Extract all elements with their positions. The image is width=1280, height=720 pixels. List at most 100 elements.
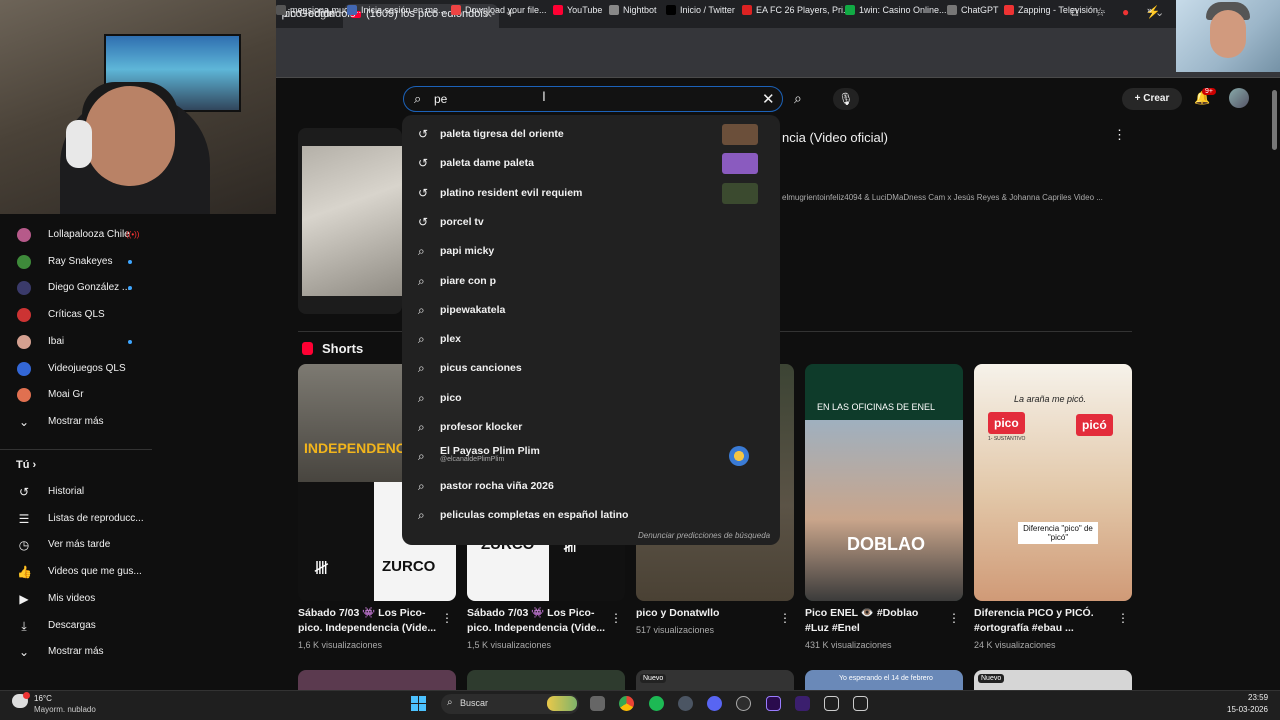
search-icon: ⌕ bbox=[418, 449, 425, 464]
discord-icon[interactable] bbox=[707, 696, 722, 711]
short-thumb-caption: Diferencia "pico" de "picó" bbox=[1018, 522, 1098, 544]
search-suggestion[interactable]: ↺ paleta tigresa del oriente bbox=[402, 120, 780, 149]
bookmark-item[interactable]: Inicia sesión en me... bbox=[347, 5, 446, 15]
sidebar-item-label: Ver más tarde bbox=[48, 539, 111, 551]
windows-start-icon[interactable] bbox=[411, 696, 426, 711]
create-button[interactable]: + Crear bbox=[1122, 88, 1182, 110]
bookmark-item[interactable]: 1win: Casino Online... bbox=[845, 5, 947, 15]
bookmark-item[interactable]: ChatGPT bbox=[947, 5, 999, 15]
sidebar-item-label: Videojuegos QLS bbox=[48, 362, 126, 374]
sidebar-item-thumbs-up[interactable]: 👍 Videos que me gus... bbox=[0, 559, 160, 585]
search-icon: ⌕ bbox=[418, 390, 425, 405]
search-suggestion[interactable]: ↺ paleta dame paleta bbox=[402, 149, 780, 178]
search-suggestion[interactable]: ⌕ profesor klocker bbox=[402, 413, 780, 442]
short-title[interactable]: Diferencia PICO y PICÓ. #ortografía #eba… bbox=[974, 606, 1114, 636]
search-suggestion[interactable]: ⌕ plex bbox=[402, 325, 780, 354]
voice-search-button[interactable]: 🎙 bbox=[833, 88, 859, 110]
sidebar-subscription-item[interactable]: Moai Gr bbox=[0, 382, 160, 408]
chrome-icon[interactable] bbox=[619, 696, 634, 711]
search-suggestion[interactable]: ⌕ pico bbox=[402, 384, 780, 413]
search-input[interactable] bbox=[434, 89, 754, 109]
task-view-icon[interactable] bbox=[590, 696, 605, 711]
search-suggestion[interactable]: ↺ porcel tv bbox=[402, 208, 780, 237]
clock-date[interactable]: 15-03-2026 bbox=[1227, 705, 1268, 714]
suggestion-text: picus canciones bbox=[440, 362, 522, 375]
app-icon[interactable] bbox=[853, 696, 868, 711]
clock-time[interactable]: 23:59 bbox=[1248, 693, 1268, 702]
extension-icon[interactable]: ● bbox=[1122, 5, 1129, 19]
sidebar-subscription-item[interactable]: Ray Snakeyes bbox=[0, 249, 160, 275]
bookmark-favicon-icon bbox=[1004, 5, 1014, 15]
search-suggestion[interactable]: ⌕ piare con p bbox=[402, 267, 780, 296]
bookmark-item[interactable]: EA FC 26 Players, Pri... bbox=[742, 5, 851, 15]
sidebar-item-watch-later[interactable]: ◷ Ver más tarde bbox=[0, 532, 160, 558]
thumbnail-caption: Yo esperando el 14 de febrero bbox=[839, 675, 933, 682]
sidebar-item-label: Videos que me gus... bbox=[48, 566, 142, 578]
short-more-icon[interactable]: ⋮ bbox=[610, 611, 622, 625]
bookmark-item[interactable]: Nightbot bbox=[609, 5, 657, 15]
sidebar-item-downloads[interactable]: ⤓ Descargas bbox=[0, 613, 160, 639]
bookmark-favicon-icon bbox=[553, 5, 563, 15]
app-icon[interactable] bbox=[824, 696, 839, 711]
short-views: 1,5 K visualizaciones bbox=[467, 640, 552, 650]
account-avatar[interactable] bbox=[1229, 88, 1249, 108]
bookmark-item[interactable]: Zapping - Televisión... bbox=[1004, 5, 1105, 15]
sidebar-subscription-item[interactable]: Ibai bbox=[0, 329, 160, 355]
sidebar-item-playlists[interactable]: ☰ Listas de reproducc... bbox=[0, 506, 160, 532]
clear-search-icon[interactable]: ✕ bbox=[762, 90, 775, 108]
sidebar-item-history[interactable]: ↺ Historial bbox=[0, 479, 160, 505]
search-button[interactable]: ⌕ bbox=[794, 90, 802, 107]
obs-icon[interactable] bbox=[736, 696, 751, 711]
bookmark-item[interactable]: Download your file... bbox=[451, 5, 547, 15]
short-title[interactable]: Sábado 7/03 👾 Los Pico-pico. Independenc… bbox=[467, 606, 607, 636]
bookmark-item[interactable]: Inicio / Twitter bbox=[666, 5, 735, 15]
sidebar-subscription-item[interactable]: Diego González ... bbox=[0, 275, 160, 301]
premiere-icon[interactable] bbox=[766, 696, 781, 711]
suggestion-text: paleta tigresa del oriente bbox=[440, 128, 564, 140]
short-thumbnail[interactable]: EN LAS OFICINAS DE ENEL DOBLAO bbox=[805, 364, 963, 601]
weather-description[interactable]: Mayorm. nublado bbox=[34, 705, 96, 714]
short-title[interactable]: pico y Donatwllo bbox=[636, 606, 776, 621]
sidebar-divider bbox=[0, 449, 152, 450]
weather-temperature[interactable]: 16°C bbox=[34, 694, 52, 703]
sidebar-subscription-item[interactable]: Videojuegos QLS bbox=[0, 356, 160, 382]
video-title[interactable]: ncia (Video oficial) bbox=[782, 130, 888, 145]
short-more-icon[interactable]: ⋮ bbox=[948, 611, 960, 625]
spotify-icon[interactable] bbox=[649, 696, 664, 711]
you-heading[interactable]: Tú › bbox=[16, 459, 36, 471]
sidebar-subscription-item[interactable]: Críticas QLS bbox=[0, 302, 160, 328]
search-suggestion[interactable]: ⌕ picus canciones bbox=[402, 354, 780, 383]
microphone-icon: 🎙 bbox=[838, 92, 854, 106]
bookmark-item[interactable]: YouTube bbox=[553, 5, 602, 15]
video-more-icon[interactable]: ⋮ bbox=[1113, 127, 1126, 143]
short-thumbnail[interactable]: La araña me picó. pico 1- SUSTANTIVO pic… bbox=[974, 364, 1132, 601]
search-icon: ⌕ bbox=[418, 244, 425, 259]
sidebar-subscription-item[interactable]: Lollapalooza Chile ((•)) bbox=[0, 222, 160, 248]
search-suggestion[interactable]: ↺ platino resident evil requiem bbox=[402, 179, 780, 208]
short-more-icon[interactable]: ⋮ bbox=[779, 611, 791, 625]
bookmarks-overflow-button[interactable]: » bbox=[1147, 5, 1152, 15]
video-thumbnail[interactable] bbox=[298, 128, 402, 314]
search-suggestion[interactable]: ⌕ papi micky bbox=[402, 237, 780, 266]
channel-avatar bbox=[729, 446, 749, 467]
page-scrollbar[interactable] bbox=[1272, 90, 1277, 150]
report-predictions-link[interactable]: Denunciar predicciones de búsqueda bbox=[638, 531, 770, 540]
new-badge: Nuevo bbox=[978, 674, 1005, 683]
search-suggestion[interactable]: ⌕ El Payaso Plim Plim @elcanaldePlimPlim bbox=[402, 442, 780, 471]
app-icon[interactable] bbox=[678, 696, 693, 711]
video-thumbnail[interactable] bbox=[298, 670, 456, 690]
sidebar-item-chevron-down[interactable]: ⌄ Mostrar más bbox=[0, 639, 160, 665]
short-more-icon[interactable]: ⋮ bbox=[1117, 611, 1129, 625]
search-suggestion[interactable]: ⌕ pipewakatela bbox=[402, 296, 780, 325]
search-suggestion[interactable]: ⌕ pastor rocha viña 2026 bbox=[402, 472, 780, 501]
sidebar-subscription-item[interactable]: ⌄ Mostrar más bbox=[0, 409, 160, 435]
short-more-icon[interactable]: ⋮ bbox=[441, 611, 453, 625]
chevron-down-icon: ⌄ bbox=[18, 645, 30, 660]
sidebar-item-label: Mostrar más bbox=[48, 415, 104, 427]
app-icon[interactable] bbox=[795, 696, 810, 711]
sidebar-item-my-videos[interactable]: ▶ Mis videos bbox=[0, 586, 160, 612]
video-thumbnail[interactable] bbox=[467, 670, 625, 690]
short-title[interactable]: Pico ENEL 👁️ #Doblao #Luz #Enel bbox=[805, 606, 945, 636]
search-suggestion[interactable]: ⌕ peliculas completas en español latino bbox=[402, 501, 780, 530]
short-title[interactable]: Sábado 7/03 👾 Los Pico-pico. Independenc… bbox=[298, 606, 438, 636]
